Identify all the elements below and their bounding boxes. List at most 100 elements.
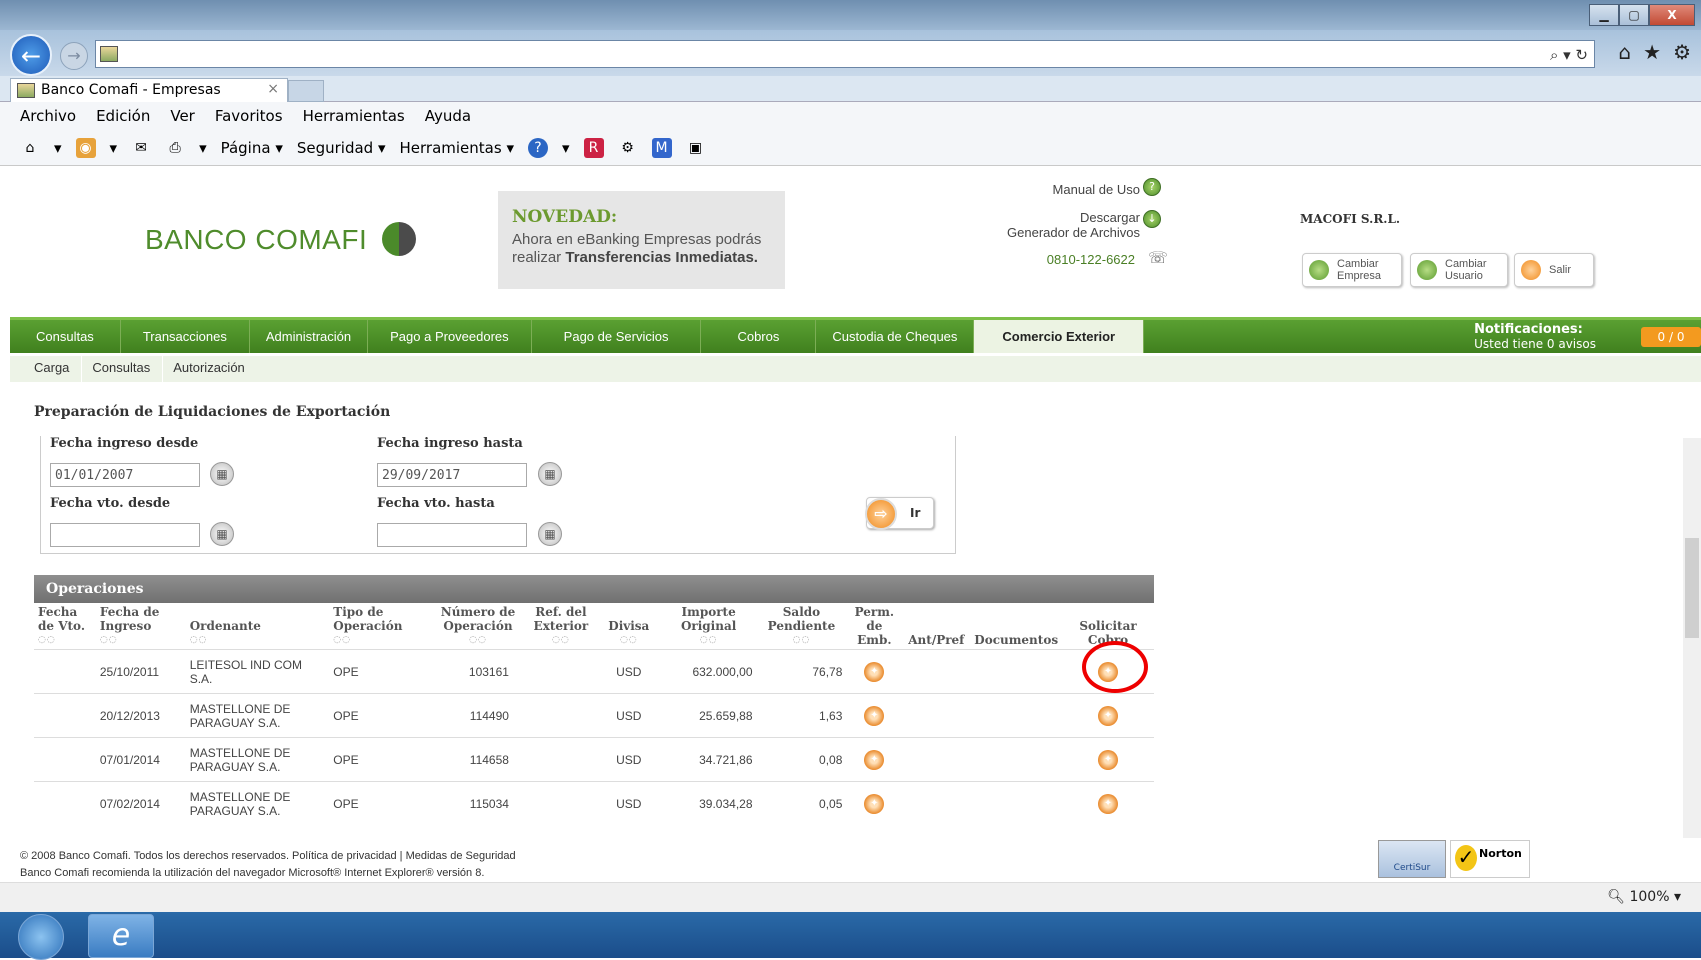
due-from-input[interactable] [50,523,200,547]
cell-ant-pref [902,737,971,782]
calendar-icon[interactable]: ▦ [210,522,234,546]
request-payment-icon[interactable]: ✦ [1098,749,1119,770]
forward-button[interactable]: → [60,42,88,70]
search-go-button[interactable]: ⇨ Ir [865,497,934,530]
logout-label: Salir [1549,264,1572,276]
cell-ingreso: 07/02/2014 [95,781,186,826]
column-header[interactable]: Ordenante ◌◌ [185,603,330,650]
snapshot-icon[interactable]: ▣ [686,138,706,158]
browser-tab[interactable]: Banco Comafi - Empresas × [10,78,288,102]
chevron-down-icon[interactable]: ▾ [54,139,62,157]
view-permiso-icon[interactable]: ✦ [864,705,885,726]
change-user-button[interactable]: Cambiar Usuario [1410,253,1508,287]
research-icon[interactable]: R [583,137,604,158]
nav-custodia-cheques[interactable]: Custodia de Cheques [816,320,975,353]
due-to-input[interactable] [377,523,527,547]
nav-pago-servicios[interactable]: Pago de Servicios [532,320,702,353]
calendar-icon[interactable]: ▦ [538,522,562,546]
sort-icon: ◌◌ [619,635,638,645]
home-icon[interactable]: ⌂ [20,138,40,158]
scrollbar-thumb[interactable] [1685,538,1699,638]
tools-menu[interactable]: Herramientas ▾ [400,139,514,157]
menu-herramientas[interactable]: Herramientas [303,107,405,130]
norton-seal[interactable]: ✓ Norton [1450,840,1530,878]
menu-favoritos[interactable]: Favoritos [215,107,283,130]
cell-numero: 114658 [431,737,525,782]
subnav-consultas[interactable]: Consultas [81,356,162,382]
cell-ordenante: MASTELLONE DE PARAGUAY S.A. [185,781,330,826]
page-menu[interactable]: Página ▾ [221,139,283,157]
vertical-scrollbar[interactable] [1683,438,1701,838]
chevron-down-icon[interactable]: ▾ [199,139,207,157]
request-payment-icon[interactable]: ✦ [1098,793,1119,814]
company-name: MACOFI S.R.L. [1300,212,1401,226]
menu-ayuda[interactable]: Ayuda [425,107,471,130]
request-payment-icon[interactable]: ✦ [1098,705,1119,726]
menu-archivo[interactable]: Archivo [20,107,76,130]
view-permiso-icon[interactable]: ✦ [864,793,885,814]
chevron-down-icon[interactable]: ▾ [110,139,118,157]
menu-ver[interactable]: Ver [170,107,195,130]
nav-cobros[interactable]: Cobros [701,320,817,353]
windows-start-button[interactable] [18,914,64,960]
tab-close-icon[interactable]: × [267,81,279,97]
logout-button[interactable]: Salir [1514,253,1594,287]
notifications-badge[interactable]: 0 / 0 [1641,327,1701,347]
column-header[interactable]: Fecha de Ingreso ◌◌ [95,603,186,650]
certisur-seal[interactable]: CertiSur [1378,840,1446,878]
home-icon[interactable]: ⌂ [1618,40,1631,64]
column-header[interactable]: Fecha de Vto. ◌◌ [34,603,96,650]
chevron-down-icon[interactable]: ▾ [562,139,570,157]
nav-consultas[interactable]: Consultas [10,320,121,353]
print-icon[interactable]: ⎙ [165,138,185,158]
menu-edicion[interactable]: Edición [96,107,150,130]
security-menu[interactable]: Seguridad ▾ [297,139,386,157]
internet-explorer-taskbar-icon[interactable]: e [88,914,154,958]
calendar-icon[interactable]: ▦ [210,462,234,486]
column-header[interactable]: Tipo de Operación ◌◌ [329,603,432,650]
settings-gear-icon[interactable]: ⚙ [1673,40,1691,64]
refresh-icon [1309,260,1329,280]
maximize-button[interactable]: ▢ [1619,4,1649,26]
nav-pago-proveedores[interactable]: Pago a Proveedores [368,320,532,353]
download-link[interactable]: Descargar Generador de Archivos [960,210,1140,240]
gear-icon[interactable]: ⚙ [618,138,638,158]
manual-link[interactable]: Manual de Uso [1000,182,1140,197]
view-permiso-icon[interactable]: ✦ [864,661,885,682]
cell-divisa: USD [596,649,661,694]
column-header[interactable]: Ref. del Exterior ◌◌ [524,603,597,650]
date-from-input[interactable] [50,463,200,487]
cell-saldo: 1,63 [756,693,847,738]
column-header[interactable]: Saldo Pendiente ◌◌ [756,603,847,650]
help-icon[interactable]: ? [527,137,548,158]
minimize-button[interactable]: ▁ [1589,4,1619,26]
table-row: 07/02/2014 MASTELLONE DE PARAGUAY S.A. OP… [34,781,1154,826]
notifications[interactable]: Notificaciones: Usted tiene 0 avisos [1474,320,1596,352]
messenger-icon[interactable]: M [651,137,672,158]
column-header[interactable]: Importe Original ◌◌ [660,603,757,650]
search-refresh-controls[interactable]: ⌕ ▾ ↻ [1550,46,1588,64]
column-header[interactable]: Número de Operación ◌◌ [431,603,525,650]
new-tab-button[interactable] [288,80,324,102]
change-company-button[interactable]: Cambiar Empresa [1302,253,1402,287]
subnav-carga[interactable]: Carga [10,356,81,382]
zoom-level[interactable]: 🔍︎ 100% ▾ [1607,889,1681,905]
column-header[interactable]: Divisa ◌◌ [596,603,661,650]
back-button[interactable]: ← [10,34,52,76]
calendar-icon[interactable]: ▦ [538,462,562,486]
mail-icon[interactable]: ✉ [131,138,151,158]
address-bar[interactable]: ⌕ ▾ ↻ [95,40,1595,68]
nav-transacciones[interactable]: Transacciones [121,320,250,353]
news-banner[interactable]: NOVEDAD: Ahora en eBanking Empresas podr… [498,191,785,289]
rss-feed-icon[interactable]: ◉ [75,137,96,158]
nav-comercio-exterior[interactable]: Comercio Exterior [974,320,1145,353]
favorites-star-icon[interactable]: ★ [1643,40,1661,64]
subnav-autorizacion[interactable]: Autorización [162,356,257,382]
help-icon[interactable]: ? [1143,178,1161,196]
nav-administracion[interactable]: Administración [250,320,369,353]
date-to-input[interactable] [377,463,527,487]
view-permiso-icon[interactable]: ✦ [864,749,885,770]
download-icon[interactable]: ↓ [1143,210,1161,228]
main-navigation: Consultas Transacciones Administración P… [10,317,1701,353]
close-window-button[interactable]: X [1649,4,1695,26]
